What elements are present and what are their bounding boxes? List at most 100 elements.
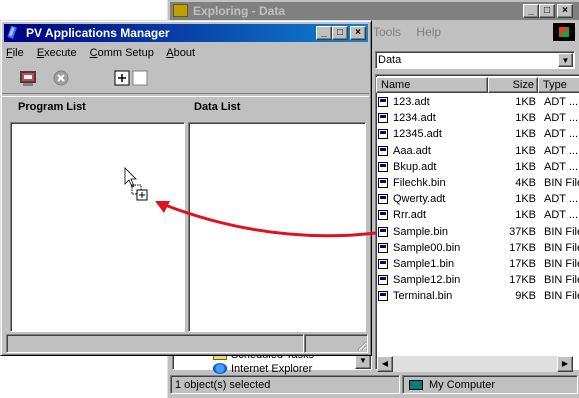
file-row[interactable]: Terminal.bin 9KB BIN File [376, 288, 579, 304]
menu-execute[interactable]: Execute [37, 47, 77, 59]
add-icon[interactable] [112, 68, 132, 88]
file-icon [378, 210, 388, 221]
file-row[interactable]: Rrr.adt 1KB ADT ... [376, 207, 579, 223]
horizontal-scrollbar[interactable]: ◀ ▶ [377, 356, 573, 372]
maximize-button[interactable]: □ [539, 4, 555, 18]
minimize-button[interactable]: _ [316, 26, 332, 40]
minimize-button[interactable]: _ [523, 4, 539, 18]
file-size: 17KB [509, 258, 536, 270]
scroll-right-button[interactable]: ▶ [557, 356, 573, 372]
file-icon [378, 113, 388, 124]
file-name: Aaa.adt [393, 144, 431, 157]
pv-title: PV Applications Manager [26, 26, 170, 40]
close-button[interactable]: × [350, 26, 366, 40]
status-selection: 1 object(s) selected [170, 375, 400, 394]
file-size: 37KB [509, 225, 536, 238]
file-name: Sample00.bin [393, 241, 461, 254]
file-row[interactable]: Sample12.bin 17KB BIN File [376, 272, 579, 288]
file-type: BIN File [544, 274, 579, 287]
status-pane-1 [6, 334, 304, 353]
pen-app-icon [7, 26, 17, 39]
program-list-panel[interactable] [10, 122, 185, 332]
file-name: Qwerty.adt [393, 193, 446, 206]
file-row[interactable]: Bkup.adt 1KB ADT ... [376, 159, 579, 175]
file-icon [378, 97, 388, 107]
file-name: 123.adt [393, 96, 430, 108]
file-icon [378, 259, 388, 269]
remove-icon[interactable] [130, 68, 150, 88]
address-text: Data [378, 54, 402, 66]
file-type: ADT ... [544, 209, 579, 222]
file-size: 9KB [515, 290, 536, 303]
column-header-name[interactable]: Name [376, 77, 488, 93]
drag-cursor-icon [124, 167, 148, 201]
file-name: Sample12.bin [393, 274, 461, 287]
file-size: 1KB [515, 209, 536, 222]
status-bar: 1 object(s) selected My Computer [170, 375, 578, 395]
file-icon [378, 275, 388, 286]
file-size: 4KB [515, 177, 536, 189]
file-row[interactable]: Filechk.bin 4KB BIN File [376, 175, 579, 191]
file-row[interactable]: Sample00.bin 17KB BIN File [376, 240, 579, 256]
file-size: 1KB [515, 193, 536, 206]
file-type: ADT ... [544, 96, 579, 108]
windows-logo-icon [553, 23, 575, 41]
file-icon [378, 291, 388, 302]
file-type: ADT ... [544, 144, 579, 157]
maximize-button[interactable]: □ [332, 26, 348, 40]
close-button[interactable]: × [557, 4, 573, 18]
menu-file[interactable]: File [6, 47, 24, 59]
data-list-panel[interactable] [188, 122, 366, 332]
cancel-icon[interactable] [51, 68, 71, 88]
scroll-left-button[interactable]: ◀ [377, 356, 393, 372]
status-location-text: My Computer [429, 379, 496, 391]
file-icon [378, 161, 388, 172]
file-size: 1KB [515, 160, 536, 173]
file-size: 1KB [515, 128, 536, 141]
terminal-icon[interactable] [18, 68, 38, 88]
menu-tools[interactable]: Tools [373, 25, 401, 39]
column-header-size[interactable]: Size [488, 77, 538, 93]
menu-about[interactable]: About [166, 47, 195, 59]
file-row[interactable]: Qwerty.adt 1KB ADT ... [376, 191, 579, 207]
file-type: BIN File [544, 177, 579, 189]
file-size: 17KB [509, 241, 536, 254]
file-row[interactable]: Sample1.bin 17KB BIN File [376, 256, 579, 272]
file-name: Filechk.bin [393, 177, 446, 189]
my-computer-icon [409, 380, 423, 390]
explorer-menu-bar: Tools Help [373, 22, 453, 42]
file-row[interactable]: Sample.bin 37KB BIN File [376, 224, 579, 240]
file-name: Terminal.bin [393, 290, 453, 303]
menu-help[interactable]: Help [416, 25, 441, 39]
file-type: ADT ... [544, 193, 579, 206]
file-type: BIN File [544, 290, 579, 303]
file-row[interactable]: 123.adt 1KB ADT ... [376, 94, 579, 110]
file-name: Rrr.adt [393, 209, 427, 222]
pv-status-bar [6, 334, 368, 353]
file-size: 1KB [515, 112, 536, 125]
file-row[interactable]: 1234.adt 1KB ADT ... [376, 110, 579, 126]
file-size: 1KB [515, 144, 536, 157]
tree-item-internet-explorer[interactable]: Internet Explorer [213, 363, 312, 375]
pv-menu-bar: File Execute Comm Setup About [6, 45, 205, 61]
file-type: ADT ... [544, 128, 579, 141]
pv-title-bar[interactable]: PV Applications Manager _ □ × [4, 24, 368, 42]
chevron-down-icon[interactable]: ▼ [558, 53, 573, 67]
file-row[interactable]: 12345.adt 1KB ADT ... [376, 126, 579, 142]
file-row[interactable]: Aaa.adt 1KB ADT ... [376, 143, 579, 159]
file-list[interactable]: Name Size Type 123.adt 1KB ADT ... 1234.adt… [375, 74, 579, 370]
file-icon [378, 145, 388, 156]
file-icon [378, 178, 388, 188]
menu-comm-setup[interactable]: Comm Setup [90, 47, 154, 59]
explorer-title-bar[interactable]: Exploring - Data _ □ × [170, 2, 579, 20]
pv-applications-manager-window: PV Applications Manager _ □ × File Execu… [0, 20, 372, 356]
address-bar[interactable]: Data ▼ [375, 51, 575, 69]
file-icon [378, 242, 388, 253]
file-name: Bkup.adt [393, 160, 437, 173]
column-header-type[interactable]: Type [538, 77, 579, 93]
resize-grip-icon[interactable] [355, 339, 367, 351]
file-type: BIN File [544, 225, 579, 238]
file-name: Sample1.bin [393, 258, 455, 270]
file-name: 1234.adt [393, 112, 436, 125]
status-location: My Computer [402, 375, 578, 394]
